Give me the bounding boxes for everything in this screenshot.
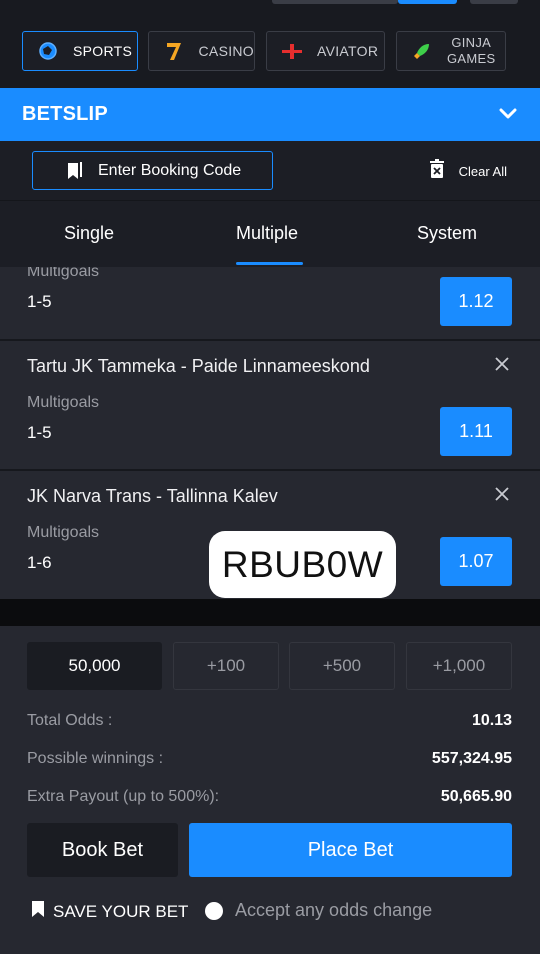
enter-booking-code-button[interactable]: Enter Booking Code: [32, 151, 273, 190]
bet-pick: 1-5: [27, 292, 52, 311]
tab-multiple[interactable]: Multiple: [236, 223, 298, 244]
seven-icon: [161, 38, 187, 64]
nav-tab-label: AVIATOR: [317, 43, 379, 59]
betslip-header[interactable]: BETSLIP: [0, 88, 540, 141]
possible-winnings-label: Possible winnings :: [27, 750, 164, 767]
possible-winnings-value: 557,324.95: [431, 750, 512, 767]
betslip-footer: 50,000 +100 +500 +1,000 Total Odds : 10.…: [0, 626, 540, 954]
bet-item: Multigoals 1-5 1.12: [0, 267, 540, 341]
tab-system[interactable]: System: [417, 223, 477, 244]
soccer-ball-icon: [35, 38, 61, 64]
nav-tab-label: SPORTS: [73, 43, 133, 59]
stake-amount-input[interactable]: 50,000: [27, 642, 162, 690]
accept-odds-radio[interactable]: [205, 901, 223, 920]
chevron-down-icon[interactable]: [498, 104, 518, 124]
quick-stake-button[interactable]: +500: [289, 642, 395, 690]
close-icon[interactable]: [494, 356, 510, 372]
tab-single[interactable]: Single: [64, 223, 114, 244]
bet-market: Multigoals: [27, 267, 100, 280]
bet-pick: 1-5: [27, 423, 52, 442]
top-menu-button-edge[interactable]: [470, 0, 518, 4]
bet-market: Multigoals: [27, 394, 100, 411]
clear-all-button[interactable]: Clear All: [429, 159, 507, 184]
save-your-bet-button[interactable]: SAVE YOUR BET: [31, 900, 188, 923]
nav-tab-ginja-games[interactable]: GINJA GAMES: [396, 31, 506, 71]
nav-tab-label: GINJA GAMES: [447, 35, 495, 67]
bet-odds-button[interactable]: 1.12: [440, 277, 512, 326]
nav-tab-label: CASINO: [198, 43, 254, 59]
bet-odds-button[interactable]: 1.07: [440, 537, 512, 586]
divider: [0, 599, 540, 626]
watermark-code: RBUB0W: [209, 531, 396, 598]
total-odds-label: Total Odds :: [27, 712, 113, 729]
booking-code-row: Enter Booking Code Clear All: [0, 141, 540, 201]
place-bet-button[interactable]: Place Bet: [189, 823, 512, 877]
total-odds-value: 10.13: [471, 712, 512, 729]
top-search-field-edge[interactable]: [272, 0, 398, 4]
bookmark-icon: [31, 900, 45, 923]
save-your-bet-label: SAVE YOUR BET: [53, 901, 189, 921]
bet-match: JK Narva Trans - Tallinna Kalev: [27, 486, 278, 506]
bet-market: Multigoals: [27, 524, 100, 541]
nav-tab-casino[interactable]: CASINO: [148, 31, 255, 71]
top-search-button-edge[interactable]: [398, 0, 457, 4]
bet-match: Tartu JK Tammeka - Paide Linnameeskond: [27, 356, 370, 376]
bet-type-tabs: Single Multiple System: [0, 201, 540, 267]
clear-all-label: Clear All: [458, 164, 507, 179]
nav-tab-sports[interactable]: SPORTS: [22, 31, 138, 71]
nav-tab-label-line1: GINJA: [451, 35, 492, 50]
nav-tab-aviator[interactable]: AVIATOR: [266, 31, 385, 71]
quick-stake-button[interactable]: +100: [173, 642, 279, 690]
airplane-icon: [279, 38, 305, 64]
rocket-icon: [409, 38, 435, 64]
top-navigation: SPORTS CASINO AVIATOR GINJA GAMES: [0, 0, 540, 88]
betslip-title: BETSLIP: [22, 103, 108, 125]
extra-payout-value: 50,665.90: [440, 788, 512, 805]
accept-odds-label: Accept any odds change: [235, 900, 433, 920]
quick-stake-button[interactable]: +1,000: [406, 642, 512, 690]
active-tab-indicator: [236, 262, 303, 265]
nav-tab-label-line2: GAMES: [447, 51, 496, 66]
bet-pick: 1-6: [27, 553, 52, 572]
trash-icon: [429, 159, 445, 184]
accept-odds-change-toggle[interactable]: Accept any odds change: [205, 900, 432, 921]
bet-odds-button[interactable]: 1.11: [440, 407, 512, 456]
booking-ticket-icon: [65, 160, 85, 182]
bet-item: Tartu JK Tammeka - Paide Linnameeskond M…: [0, 341, 540, 471]
book-bet-button[interactable]: Book Bet: [27, 823, 178, 877]
close-icon[interactable]: [494, 486, 510, 502]
extra-payout-label: Extra Payout (up to 500%):: [27, 788, 220, 805]
enter-booking-code-label: Enter Booking Code: [98, 161, 242, 179]
